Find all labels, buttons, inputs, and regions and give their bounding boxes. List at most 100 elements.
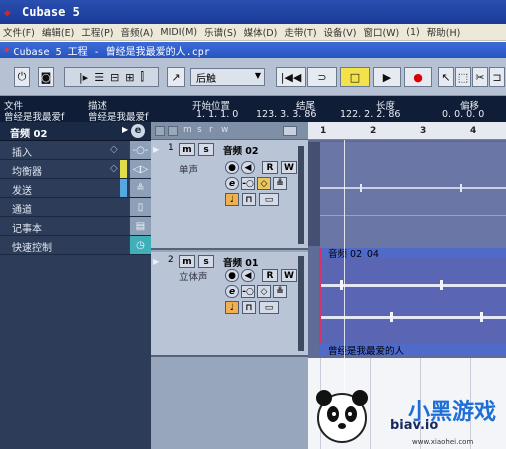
timebase-musical-icon[interactable]: ♩ <box>225 193 239 206</box>
view-toggle-group: |▸ ☰ ⊟ ⊞ ⫿ <box>64 67 159 87</box>
insert-icon[interactable]: -○ <box>241 177 255 190</box>
lanes-icon[interactable]: ▭ <box>259 301 279 314</box>
menu-extra[interactable]: (1) <box>406 27 419 38</box>
info-line-toggle-icon[interactable]: ☰ <box>94 71 104 84</box>
range-select-tool-icon[interactable]: ⬚ <box>455 67 471 87</box>
inspector-toggle-icon[interactable]: |▸ <box>79 71 88 84</box>
edit-channel-icon[interactable]: e <box>225 285 239 298</box>
lock-icon[interactable]: ⊓ <box>242 193 256 206</box>
monitor-icon[interactable]: ◙ <box>38 67 54 87</box>
inserts-side-icon[interactable]: -○- <box>129 141 151 159</box>
info-end-value[interactable]: 123. 3. 3. 86 <box>256 109 316 120</box>
timebase-musical-icon[interactable]: ♩ <box>225 301 239 314</box>
lock-icon[interactable]: ⊓ <box>242 301 256 314</box>
menu-file[interactable]: 文件(F) <box>3 25 35 39</box>
info-offset-value[interactable]: 0. 0. 0. 0 <box>442 109 484 120</box>
menu-help[interactable]: 帮助(H) <box>427 25 461 39</box>
write-automation-button[interactable]: W <box>281 269 297 282</box>
mute-button[interactable]: m <box>179 143 195 156</box>
info-description-value[interactable]: 曾经是我最爱f <box>88 109 148 123</box>
automation-mode-select[interactable]: 后触 ▼ <box>190 68 265 86</box>
global-mute-icon[interactable]: m <box>183 125 192 135</box>
show-folders-icon[interactable] <box>168 126 178 136</box>
solo-button[interactable]: s <box>198 143 214 156</box>
edit-channel-icon[interactable]: e <box>131 124 145 138</box>
record-enable-icon[interactable]: ● <box>225 269 239 282</box>
audio-event-header[interactable]: 音频 02_04 <box>320 248 506 260</box>
split-tool-icon[interactable]: ✂ <box>472 67 488 87</box>
solo-button[interactable]: s <box>198 255 214 268</box>
track-row[interactable]: ▶ 1 m s 音频 02 单声 ● ◀ R W e -○ ◇ ≗ ♩ ⊓ ▭ <box>151 140 308 250</box>
inspector-section-eq[interactable]: 均衡器 ◇ ◁▷ <box>0 160 151 179</box>
eq-icon[interactable]: ◇ <box>257 177 271 190</box>
bypass-icon[interactable]: ◇ <box>110 163 118 174</box>
inspector-track-header[interactable]: 音频 02 ▶ e <box>0 122 151 141</box>
global-read-icon[interactable]: r <box>209 125 213 135</box>
play-button[interactable]: ▶ <box>373 67 401 87</box>
inspector-section-inserts[interactable]: 插入 ◇ -○- <box>0 141 151 160</box>
menu-transport[interactable]: 走带(T) <box>284 25 316 39</box>
mixer-toggle-icon[interactable]: ⫿ <box>141 70 145 84</box>
menu-media[interactable]: 媒体(D) <box>244 25 278 39</box>
glue-tool-icon[interactable]: ⊐ <box>489 67 505 87</box>
track-controls-settings-icon[interactable] <box>283 126 297 136</box>
menu-score[interactable]: 乐谱(S) <box>204 25 236 39</box>
cycle-button[interactable]: ⊃ <box>307 67 337 87</box>
arrange-window[interactable]: 1 2 3 4 音频 02_04 曾经是我最爱的人 biav.io 小黑游戏 w… <box>308 122 506 449</box>
inspector-section-notepad[interactable]: 记事本 ▤ <box>0 217 151 236</box>
monitor-speaker-icon[interactable]: ◀ <box>241 269 255 282</box>
inspector-section-channel[interactable]: 通道 ▯ <box>0 198 151 217</box>
fold-arrow-icon[interactable]: ▶ <box>153 257 163 267</box>
notepad-side-icon[interactable]: ▤ <box>129 217 151 235</box>
pool-toggle-icon[interactable]: ⊞ <box>125 71 134 84</box>
inspector-section-label: 发送 <box>12 186 32 197</box>
track-name[interactable]: 音频 01 <box>223 255 259 269</box>
object-select-tool-icon[interactable]: ↖ <box>438 67 454 87</box>
write-automation-button[interactable]: W <box>281 161 297 174</box>
overview-toggle-icon[interactable]: ⊟ <box>110 71 119 84</box>
menu-project[interactable]: 工程(P) <box>81 25 113 39</box>
inspector-section-sends[interactable]: 发送 ≗ <box>0 179 151 198</box>
lanes-icon[interactable]: ▭ <box>259 193 279 206</box>
stop-button[interactable]: □ <box>340 67 370 87</box>
expand-arrow-icon: ▶ <box>122 125 129 134</box>
global-solo-icon[interactable]: s <box>197 125 202 135</box>
record-enable-icon[interactable]: ● <box>225 161 239 174</box>
sends-icon[interactable]: ≗ <box>273 177 287 190</box>
eq-icon[interactable]: ◇ <box>257 285 271 298</box>
menu-midi[interactable]: MIDI(M) <box>160 27 197 38</box>
menu-audio[interactable]: 音频(A) <box>120 25 153 39</box>
automation-icon[interactable]: ↗ <box>167 67 185 87</box>
menu-edit[interactable]: 编辑(E) <box>42 25 74 39</box>
global-write-icon[interactable]: w <box>221 125 228 135</box>
sends-icon[interactable]: ≗ <box>273 285 287 298</box>
info-start-value[interactable]: 1. 1. 1. 0 <box>196 109 238 120</box>
read-automation-button[interactable]: R <box>262 161 278 174</box>
read-automation-button[interactable]: R <box>262 269 278 282</box>
inspector-section-quick-controls[interactable]: 快速控制 ◷ <box>0 236 151 255</box>
add-track-icon[interactable] <box>155 126 165 136</box>
bypass-icon[interactable]: ◇ <box>110 144 118 155</box>
menu-window[interactable]: 窗口(W) <box>363 25 399 39</box>
power-icon[interactable]: ⏻ <box>14 67 30 87</box>
timeline-ruler[interactable]: 1 2 3 4 <box>308 122 506 140</box>
info-file-value[interactable]: 曾经是我最爱f <box>4 109 64 123</box>
go-to-start-button[interactable]: |◀◀ <box>276 67 306 87</box>
audio-event-2-area[interactable] <box>320 258 506 348</box>
monitor-speaker-icon[interactable]: ◀ <box>241 161 255 174</box>
channel-side-icon[interactable]: ▯ <box>129 198 151 216</box>
record-button[interactable]: ● <box>404 67 432 87</box>
track-row[interactable]: ▶ 2 m s 音频 01 立体声 ● ◀ R W e -○ ◇ ≗ ♩ ⊓ ▭ <box>151 252 308 357</box>
audio-event-footer[interactable]: 曾经是我最爱的人 <box>320 344 506 357</box>
edit-channel-icon[interactable]: e <box>225 177 239 190</box>
menu-devices[interactable]: 设备(V) <box>324 25 357 39</box>
insert-icon[interactable]: -○ <box>241 285 255 298</box>
audio-event-1-area[interactable] <box>320 142 506 248</box>
info-length-value[interactable]: 122. 2. 2. 86 <box>340 109 400 120</box>
fold-arrow-icon[interactable]: ▶ <box>153 145 163 155</box>
eq-side-icon[interactable]: ◁▷ <box>129 160 151 178</box>
track-name[interactable]: 音频 02 <box>223 143 259 157</box>
mute-button[interactable]: m <box>179 255 195 268</box>
sends-side-icon[interactable]: ≗ <box>129 179 151 197</box>
quick-controls-side-icon[interactable]: ◷ <box>129 236 151 254</box>
